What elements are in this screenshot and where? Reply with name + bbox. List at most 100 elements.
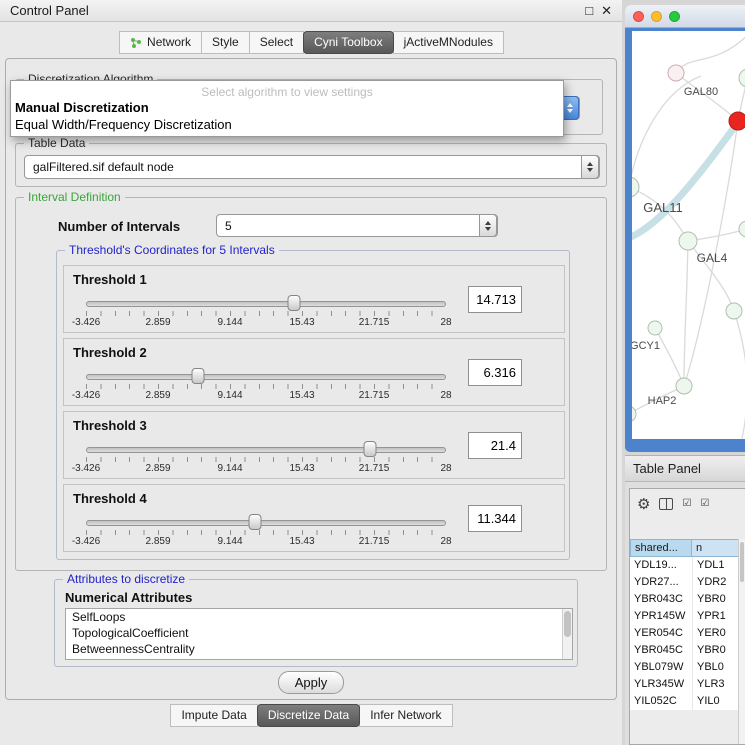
table-row[interactable]: YIL052C YIL0 [630, 693, 745, 710]
network-node-selected[interactable] [729, 112, 745, 130]
tab-cyni-toolbox-label: Cyni Toolbox [314, 35, 382, 49]
number-of-intervals-label: Number of Intervals [58, 219, 180, 234]
checkbox-icon[interactable]: ☑ [682, 499, 691, 509]
cell[interactable]: YER054C [630, 625, 692, 642]
minimize-window-icon[interactable] [651, 11, 662, 22]
table-panel-title: Table Panel [633, 461, 701, 476]
apply-button[interactable]: Apply [278, 671, 344, 694]
cell[interactable]: YBR043C [630, 591, 692, 608]
numerical-attributes-list[interactable]: SelfLoops TopologicalCoefficient Between… [65, 608, 573, 660]
network-node[interactable] [726, 303, 742, 319]
network-node[interactable] [739, 69, 745, 87]
threshold-2-slider[interactable]: -3.426 2.859 9.144 15.43 21.715 28 [86, 370, 446, 400]
node-label-gal80: GAL80 [684, 86, 718, 98]
close-icon[interactable]: ✕ [601, 3, 612, 19]
close-window-icon[interactable] [633, 11, 644, 22]
network-node[interactable] [676, 378, 692, 394]
scale-label: 15.43 [289, 390, 314, 401]
tab-jactivemodules[interactable]: jActiveMNodules [393, 31, 504, 54]
table-toolbar: ⚙ ☑ ☑ [630, 489, 745, 519]
network-node[interactable] [679, 232, 697, 250]
scale-label: 15.43 [289, 317, 314, 328]
threshold-1-slider[interactable]: -3.426 2.859 9.144 15.43 21.715 28 [86, 297, 446, 327]
list-item[interactable]: TopologicalCoefficient [66, 625, 572, 641]
scale-label: -3.426 [72, 536, 100, 547]
table-row[interactable]: YDR27... YDR2 [630, 574, 745, 591]
slider-scale: -3.426 2.859 9.144 15.43 21.715 28 [86, 463, 446, 475]
table-row[interactable]: YPR145W YPR1 [630, 608, 745, 625]
list-item[interactable]: SelfLoops [66, 609, 572, 625]
scale-label: 9.144 [217, 317, 242, 328]
table-row[interactable]: YDL19... YDL1 [630, 557, 745, 574]
table-data-selected-value: galFiltered.sif default node [33, 160, 174, 174]
table-data-combobox[interactable]: galFiltered.sif default node [24, 155, 600, 179]
combo-stepper-icon[interactable] [581, 155, 599, 179]
cell[interactable]: YBL079W [630, 659, 692, 676]
scrollbar-thumb[interactable] [740, 542, 744, 582]
network-canvas[interactable]: GAL80 GAL11 GAL4 GCY1 HAP2 [632, 31, 745, 439]
popup-item-manual-discretization[interactable]: Manual Discretization [11, 99, 563, 116]
combo-stepper-icon[interactable] [479, 214, 497, 237]
cell[interactable]: YPR145W [630, 608, 692, 625]
tab-network[interactable]: Network [119, 31, 202, 54]
network-node[interactable] [668, 65, 684, 81]
tab-discretize-data[interactable]: Discretize Data [257, 704, 360, 727]
table-row[interactable]: YER054C YER0 [630, 625, 745, 642]
threshold-2-value[interactable]: 6.316 [468, 359, 522, 386]
tab-style[interactable]: Style [201, 31, 250, 54]
scale-label: 2.859 [145, 317, 170, 328]
threshold-3-slider[interactable]: -3.426 2.859 9.144 15.43 21.715 28 [86, 443, 446, 473]
list-item[interactable]: BetweennessCentrality [66, 641, 572, 657]
slider-scale: -3.426 2.859 9.144 15.43 21.715 28 [86, 536, 446, 548]
cell[interactable]: YIL052C [630, 693, 692, 710]
slider-thumb[interactable] [191, 368, 204, 384]
list-scrollbar[interactable] [562, 609, 572, 659]
popup-item-equal-width[interactable]: Equal Width/Frequency Discretization [11, 116, 563, 133]
network-window-titlebar [625, 5, 745, 28]
threshold-4-value[interactable]: 11.344 [468, 505, 522, 532]
table-scrollbar[interactable] [738, 539, 745, 744]
table-row[interactable]: YBL079W YBL0 [630, 659, 745, 676]
float-icon[interactable]: □ [585, 3, 593, 19]
column-header-shared-name[interactable]: shared... [630, 539, 692, 557]
threshold-3-box: Threshold 3 -3.426 2.859 9.144 15.43 21.… [63, 411, 565, 479]
threshold-4-slider[interactable]: -3.426 2.859 9.144 15.43 21.715 28 [86, 516, 446, 546]
network-node[interactable] [632, 177, 639, 197]
threshold-1-value[interactable]: 14.713 [468, 286, 522, 313]
zoom-window-icon[interactable] [669, 11, 680, 22]
table-row[interactable]: YBR045C YBR0 [630, 642, 745, 659]
tab-select[interactable]: Select [249, 31, 304, 54]
popup-header: Select algorithm to view settings [11, 81, 563, 99]
tab-impute-data[interactable]: Impute Data [170, 704, 257, 727]
slider-thumb[interactable] [364, 441, 377, 457]
scale-label: 15.43 [289, 536, 314, 547]
scale-label: 2.859 [145, 390, 170, 401]
network-view-window: GAL80 GAL11 GAL4 GCY1 HAP2 [625, 5, 745, 452]
slider-track[interactable] [86, 301, 446, 307]
slider-thumb[interactable] [249, 514, 262, 530]
slider-thumb[interactable] [287, 295, 300, 311]
slider-track[interactable] [86, 447, 446, 453]
cell[interactable]: YBR045C [630, 642, 692, 659]
cell[interactable]: YLR345W [630, 676, 692, 693]
scrollbar-thumb[interactable] [564, 611, 571, 637]
cell[interactable]: YDL19... [630, 557, 692, 574]
threshold-3-value[interactable]: 21.4 [468, 432, 522, 459]
network-node[interactable] [632, 406, 636, 422]
network-node[interactable] [648, 321, 662, 335]
columns-icon[interactable] [659, 498, 673, 510]
network-nodes [632, 65, 745, 422]
table-panel-body: ⚙ ☑ ☑ shared... n YDL19... YDL1 YDR27...… [625, 482, 745, 745]
number-of-intervals-combobox[interactable]: 5 [216, 214, 498, 237]
checkbox-icon[interactable]: ☑ [700, 499, 709, 509]
gear-icon[interactable]: ⚙ [637, 497, 650, 512]
table-row[interactable]: YLR345W YLR3 [630, 676, 745, 693]
scale-label: 28 [440, 536, 451, 547]
tab-infer-network[interactable]: Infer Network [359, 704, 452, 727]
cell[interactable]: YDR27... [630, 574, 692, 591]
slider-track[interactable] [86, 374, 446, 380]
slider-track[interactable] [86, 520, 446, 526]
network-node[interactable] [739, 221, 745, 237]
table-row[interactable]: YBR043C YBR0 [630, 591, 745, 608]
tab-cyni-toolbox[interactable]: Cyni Toolbox [303, 31, 393, 54]
